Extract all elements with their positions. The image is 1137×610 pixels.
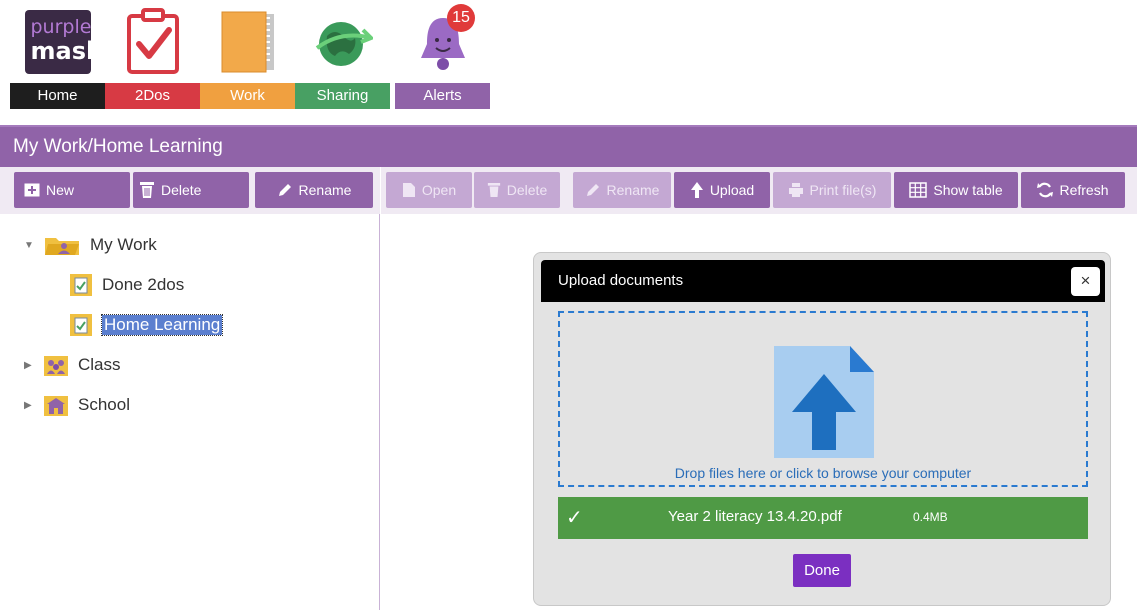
pencil-icon bbox=[278, 184, 291, 196]
nav-label-work: Work bbox=[200, 83, 295, 109]
print-files-button[interactable]: Print file(s) bbox=[773, 172, 891, 208]
open-file-button[interactable]: Open bbox=[386, 172, 472, 208]
folder-icon bbox=[221, 11, 274, 73]
caret-right-icon: ▶ bbox=[24, 359, 32, 371]
page-title: My Work/Home Learning bbox=[13, 136, 223, 157]
table-icon bbox=[909, 182, 928, 198]
dialog-header: Upload documents × bbox=[541, 260, 1105, 302]
tree-label-my-work: My Work bbox=[90, 235, 157, 254]
file-drop-zone[interactable]: Drop files here or click to browse your … bbox=[558, 311, 1088, 487]
done-button[interactable]: Done bbox=[793, 554, 851, 587]
tree-item-my-work[interactable]: ▼ My Work bbox=[24, 232, 157, 258]
clipboard-folder-icon bbox=[70, 274, 92, 296]
tree-item-school[interactable]: ▶ School bbox=[24, 392, 130, 418]
refresh-label: Refresh bbox=[1059, 182, 1109, 198]
nav-alerts[interactable]: 15 Alerts bbox=[395, 0, 490, 111]
tree-label-school: School bbox=[78, 395, 130, 414]
uploaded-file-row: ✓ Year 2 literacy 13.4.20.pdf 0.4MB bbox=[558, 497, 1088, 539]
dialog-title: Upload documents bbox=[558, 272, 684, 289]
delete-folder-label: Delete bbox=[161, 182, 202, 198]
tree-item-done-2dos[interactable]: Done 2dos bbox=[70, 272, 184, 298]
tree-label-class: Class bbox=[78, 355, 121, 374]
delete-file-button[interactable]: Delete bbox=[474, 172, 560, 208]
tree-label-home-learning: Home Learning bbox=[100, 314, 224, 336]
trash-icon bbox=[487, 183, 500, 197]
caret-down-icon: ▼ bbox=[24, 239, 34, 251]
new-folder-button[interactable]: New bbox=[14, 172, 130, 208]
rename-folder-button[interactable]: Rename bbox=[255, 172, 373, 208]
drop-instructions: Drop files here or click to browse your … bbox=[674, 465, 972, 481]
rename-file-button[interactable]: Rename bbox=[573, 172, 671, 208]
printer-icon bbox=[788, 183, 803, 197]
purple-mash-logo: purple mash bbox=[24, 10, 103, 74]
user-folder-icon bbox=[45, 238, 79, 255]
folder-toolbar: New Delete Rename bbox=[0, 167, 380, 214]
nav-label-home: Home bbox=[10, 83, 105, 109]
open-file-label: Open bbox=[421, 182, 457, 198]
file-icon bbox=[402, 183, 415, 197]
page-title-bar: My Work/Home Learning bbox=[0, 125, 1137, 167]
check-icon: ✓ bbox=[566, 507, 583, 529]
file-toolbar: Open Delete Rename Upload Print file(s) bbox=[381, 167, 1137, 214]
nav-home[interactable]: purple mash Home bbox=[10, 0, 105, 111]
class-folder-icon bbox=[44, 356, 68, 376]
caret-right-icon: ▶ bbox=[24, 399, 32, 411]
folder-tree-panel: ▼ My Work Done 2dos Home Learning ▶ Clas… bbox=[0, 214, 380, 610]
nav-sharing[interactable]: Sharing bbox=[295, 0, 390, 111]
uploaded-file-size: 0.4MB bbox=[913, 510, 948, 524]
print-files-label: Print file(s) bbox=[809, 182, 877, 198]
tree-item-class[interactable]: ▶ Class bbox=[24, 352, 121, 378]
delete-file-label: Delete bbox=[506, 182, 548, 198]
clipboard-check-icon bbox=[126, 8, 179, 74]
uploaded-file-name: Year 2 literacy 13.4.20.pdf bbox=[668, 508, 842, 525]
tree-item-home-learning[interactable]: Home Learning bbox=[70, 312, 224, 338]
upload-file-icon bbox=[774, 346, 874, 458]
new-folder-label: New bbox=[46, 182, 75, 198]
upload-documents-dialog: Upload documents × Drop files here or cl… bbox=[533, 252, 1111, 606]
rename-folder-label: Rename bbox=[298, 182, 352, 198]
trash-icon bbox=[140, 182, 154, 198]
show-table-button[interactable]: Show table bbox=[894, 172, 1018, 208]
school-folder-icon bbox=[44, 396, 68, 416]
upload-arrow-icon bbox=[690, 182, 703, 198]
upload-button[interactable]: Upload bbox=[674, 172, 770, 208]
show-table-label: Show table bbox=[933, 182, 1003, 198]
nav-label-sharing: Sharing bbox=[295, 83, 390, 109]
pencil-icon bbox=[586, 184, 599, 196]
new-folder-icon bbox=[24, 183, 40, 197]
nav-label-alerts: Alerts bbox=[395, 83, 490, 109]
top-navigation: purple mash Home 2Dos Work Sharing 15 Al… bbox=[0, 0, 1137, 111]
refresh-button[interactable]: Refresh bbox=[1021, 172, 1125, 208]
globe-icon bbox=[315, 22, 373, 66]
tree-label-done-2dos: Done 2dos bbox=[102, 275, 185, 294]
rename-file-label: Rename bbox=[606, 182, 660, 198]
delete-folder-button[interactable]: Delete bbox=[133, 172, 249, 208]
nav-work[interactable]: Work bbox=[200, 0, 295, 111]
close-button[interactable]: × bbox=[1071, 267, 1100, 296]
nav-label-2dos: 2Dos bbox=[105, 83, 200, 109]
clipboard-folder-icon bbox=[70, 314, 92, 336]
logo-text-mash: mash bbox=[30, 37, 104, 65]
refresh-icon bbox=[1037, 182, 1054, 198]
logo-text-purple: purple bbox=[30, 16, 92, 38]
alerts-count-badge: 15 bbox=[447, 4, 475, 32]
nav-2dos[interactable]: 2Dos bbox=[105, 0, 200, 111]
upload-label: Upload bbox=[709, 182, 755, 198]
